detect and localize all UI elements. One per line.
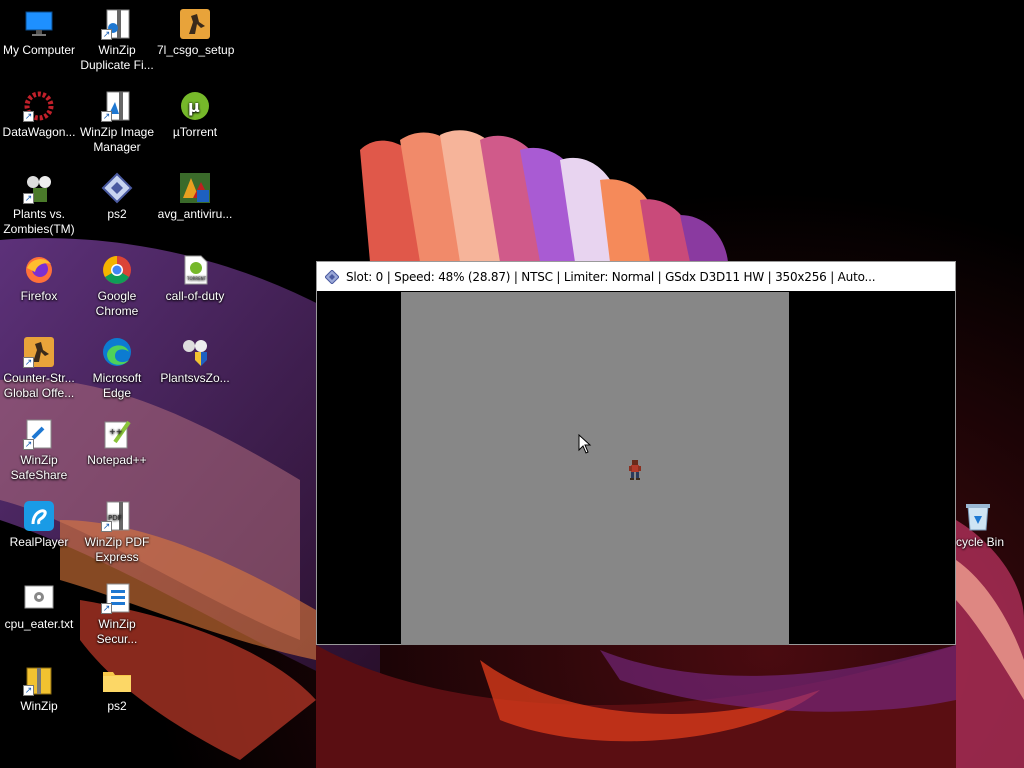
desktop-icon-cpu-eater[interactable]: cpu_eater.txt <box>0 576 78 632</box>
shortcut-arrow-icon: ↗ <box>101 603 112 614</box>
desktop-icon-utorrent[interactable]: µ µTorrent <box>156 84 234 140</box>
desktop-icon-plantsvszombies[interactable]: PlantsvsZo... <box>156 330 234 386</box>
window-titlebar[interactable]: Slot: 0 | Speed: 48% (28.87) | NTSC | Li… <box>317 262 955 291</box>
shortcut-arrow-icon: ↗ <box>23 685 34 696</box>
ps2-emulator-icon <box>101 172 133 204</box>
desktop-icon-firefox[interactable]: Firefox <box>0 248 78 304</box>
desktop-icon-winzip-image-manager[interactable]: ↗ WinZip Image Manager <box>78 84 156 155</box>
desktop-icon-winzip-secure[interactable]: ↗ WinZip Secur... <box>78 576 156 647</box>
desktop-icon-label: Microsoft Edge <box>92 371 142 400</box>
desktop-icon-csgo-setup[interactable]: 7l_csgo_setup <box>156 2 234 58</box>
desktop-icon-notepadpp[interactable]: ++ Notepad++ <box>78 412 156 468</box>
shortcut-arrow-icon: ↗ <box>101 29 112 40</box>
desktop-icon-label: Counter-Str... Global Offe... <box>3 371 75 400</box>
shortcut-arrow-icon: ↗ <box>23 193 34 204</box>
monitor-icon <box>23 8 55 40</box>
desktop-icon-winzip-pdf-express[interactable]: PDF ↗ WinZip PDF Express <box>78 494 156 565</box>
desktop-icon-avg-antivirus[interactable]: avg_antiviru... <box>156 166 234 222</box>
desktop-icon-label: cpu_eater.txt <box>4 617 74 631</box>
firefox-icon <box>23 254 55 286</box>
torrent-file-icon: TORRENT <box>179 254 211 286</box>
svg-text:TORRENT: TORRENT <box>186 276 207 281</box>
emulator-window[interactable]: Slot: 0 | Speed: 48% (28.87) | NTSC | Li… <box>316 261 956 645</box>
desktop-icon-label: WinZip PDF Express <box>84 535 150 564</box>
desktop-icon-label: PlantsvsZo... <box>160 371 230 385</box>
pvz-icon <box>179 336 211 368</box>
winzip-duplicate-icon: ↗ <box>101 8 133 40</box>
desktop-icon-call-of-duty[interactable]: TORRENT call-of-duty <box>156 248 234 304</box>
utorrent-icon: µ <box>179 90 211 122</box>
desktop-icon-datawagon[interactable]: ↗ DataWagon... <box>0 84 78 140</box>
winzip-image-icon: ↗ <box>101 90 133 122</box>
desktop-icon-label: cycle Bin <box>956 535 1005 549</box>
shortcut-arrow-icon: ↗ <box>23 439 34 450</box>
shortcut-arrow-icon: ↗ <box>101 521 112 532</box>
desktop-icon-label: µTorrent <box>172 125 218 139</box>
shortcut-arrow-icon: ↗ <box>23 357 34 368</box>
shortcut-arrow-icon: ↗ <box>101 111 112 122</box>
desktop-icon-ps2-folder[interactable]: ps2 <box>78 658 156 714</box>
desktop-icon-my-computer[interactable]: My Computer <box>0 2 78 58</box>
desktop-icon-label: Firefox <box>20 289 58 303</box>
svg-text:µ: µ <box>188 97 200 116</box>
desktop-icon-label: WinZip <box>20 699 58 713</box>
desktop-icon-label: WinZip SafeShare <box>10 453 68 482</box>
player-character-sprite <box>629 460 641 480</box>
desktop-icon-label: WinZip Secur... <box>96 617 138 646</box>
desktop-icon-realplayer[interactable]: RealPlayer <box>0 494 78 550</box>
desktop-icon-label: WinZip Duplicate Fi... <box>80 43 154 72</box>
svg-text:++: ++ <box>109 427 122 436</box>
winzip-secure-icon: ↗ <box>101 582 133 614</box>
csgo-icon <box>179 8 211 40</box>
desktop-icon-winzip[interactable]: ↗ WinZip <box>0 658 78 714</box>
mouse-cursor-icon <box>578 434 592 454</box>
notepadpp-icon: ++ <box>101 418 133 450</box>
desktop-icon-label: call-of-duty <box>165 289 225 303</box>
desktop-icon-winzip-safeshare[interactable]: ↗ WinZip SafeShare <box>0 412 78 483</box>
folder-icon <box>101 664 133 696</box>
desktop-icon-microsoft-edge[interactable]: Microsoft Edge <box>78 330 156 401</box>
window-title: Slot: 0 | Speed: 48% (28.87) | NTSC | Li… <box>346 269 876 284</box>
avg-icon <box>179 172 211 204</box>
game-viewport[interactable] <box>401 292 789 645</box>
desktop-icon-label: Google Chrome <box>95 289 139 318</box>
realplayer-icon <box>23 500 55 532</box>
desktop-icon-ps2-shortcut[interactable]: ps2 <box>78 166 156 222</box>
recycle-bin-icon <box>962 500 994 532</box>
desktop-icon-google-chrome[interactable]: Google Chrome <box>78 248 156 319</box>
desktop-icon-label: WinZip Image Manager <box>79 125 155 154</box>
desktop-icon-plants-vs-zombies[interactable]: ↗ Plants vs. Zombies(TM) <box>0 166 78 237</box>
text-file-icon <box>23 582 55 614</box>
chrome-icon <box>101 254 133 286</box>
desktop-icon-label: Notepad++ <box>87 453 147 467</box>
desktop-icon-counter-strike[interactable]: ↗ Counter-Str... Global Offe... <box>0 330 78 401</box>
desktop-icon-label: DataWagon... <box>2 125 76 139</box>
datawagon-icon: ↗ <box>23 90 55 122</box>
winzip-icon: ↗ <box>23 664 55 696</box>
pvz-icon: ↗ <box>23 172 55 204</box>
desktop-icon-label: RealPlayer <box>9 535 69 549</box>
shortcut-arrow-icon: ↗ <box>23 111 34 122</box>
desktop-icon-label: avg_antiviru... <box>157 207 233 221</box>
desktop-icon-label: 7l_csgo_setup <box>157 43 235 57</box>
winzip-pdf-icon: PDF ↗ <box>101 500 133 532</box>
winzip-safeshare-icon: ↗ <box>23 418 55 450</box>
desktop-icon-label: ps2 <box>107 699 127 713</box>
csgo-icon: ↗ <box>23 336 55 368</box>
desktop-icon-winzip-duplicate[interactable]: ↗ WinZip Duplicate Fi... <box>78 2 156 73</box>
pcsx2-icon <box>325 269 339 284</box>
edge-icon <box>101 336 133 368</box>
desktop-icon-label: My Computer <box>2 43 76 57</box>
desktop-icon-recycle-bin[interactable]: cycle Bin <box>956 494 1016 550</box>
desktop-icon-label: Plants vs. Zombies(TM) <box>3 207 75 236</box>
desktop-icon-label: ps2 <box>107 207 127 221</box>
